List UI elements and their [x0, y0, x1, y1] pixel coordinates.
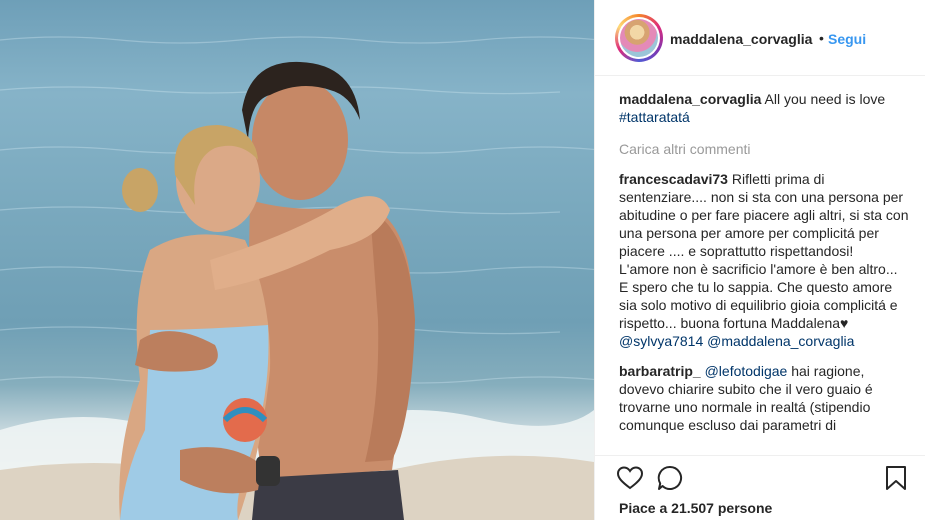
- follow-button[interactable]: Segui: [828, 31, 866, 47]
- comment-username[interactable]: barbaratrip_: [619, 363, 701, 379]
- post-header: maddalena_corvaglia • Segui: [595, 0, 925, 76]
- post-side-panel: maddalena_corvaglia • Segui maddalena_co…: [594, 0, 925, 520]
- comment-mention[interactable]: @lefotodigae: [705, 363, 788, 379]
- header-username[interactable]: maddalena_corvaglia: [670, 31, 812, 47]
- comment-username[interactable]: francescadavi73: [619, 171, 728, 187]
- header-separator: •: [819, 30, 824, 46]
- post-photo[interactable]: [0, 0, 594, 520]
- beach-couple-image: [0, 36, 594, 520]
- caption: maddalena_corvaglia All you need is love…: [619, 90, 911, 126]
- caption-hashtag[interactable]: #tattaratatá: [619, 109, 690, 125]
- list-item: francescadavi73 Rifletti prima di senten…: [619, 170, 911, 350]
- post-actions: Piace a 21.507 persone: [595, 455, 925, 520]
- bookmark-icon[interactable]: [885, 465, 907, 491]
- comments-list[interactable]: maddalena_corvaglia All you need is love…: [619, 90, 911, 452]
- comment-mention[interactable]: @maddalena_corvaglia: [707, 333, 854, 349]
- comment-text: Rifletti prima di sentenziare.... non si…: [619, 171, 909, 331]
- likes-count[interactable]: Piace a 21.507 persone: [619, 500, 772, 516]
- caption-username[interactable]: maddalena_corvaglia: [619, 91, 761, 107]
- comment-icon[interactable]: [657, 465, 683, 491]
- list-item: barbaratrip_ @lefotodigae hai ragione, d…: [619, 362, 911, 434]
- load-more-comments-button[interactable]: Carica altri commenti: [619, 140, 911, 158]
- heart-icon[interactable]: [617, 466, 643, 490]
- comment-mention[interactable]: @sylvya7814: [619, 333, 703, 349]
- story-ring[interactable]: [615, 14, 663, 62]
- caption-text: All you need is love: [764, 91, 886, 107]
- avatar[interactable]: [620, 19, 658, 57]
